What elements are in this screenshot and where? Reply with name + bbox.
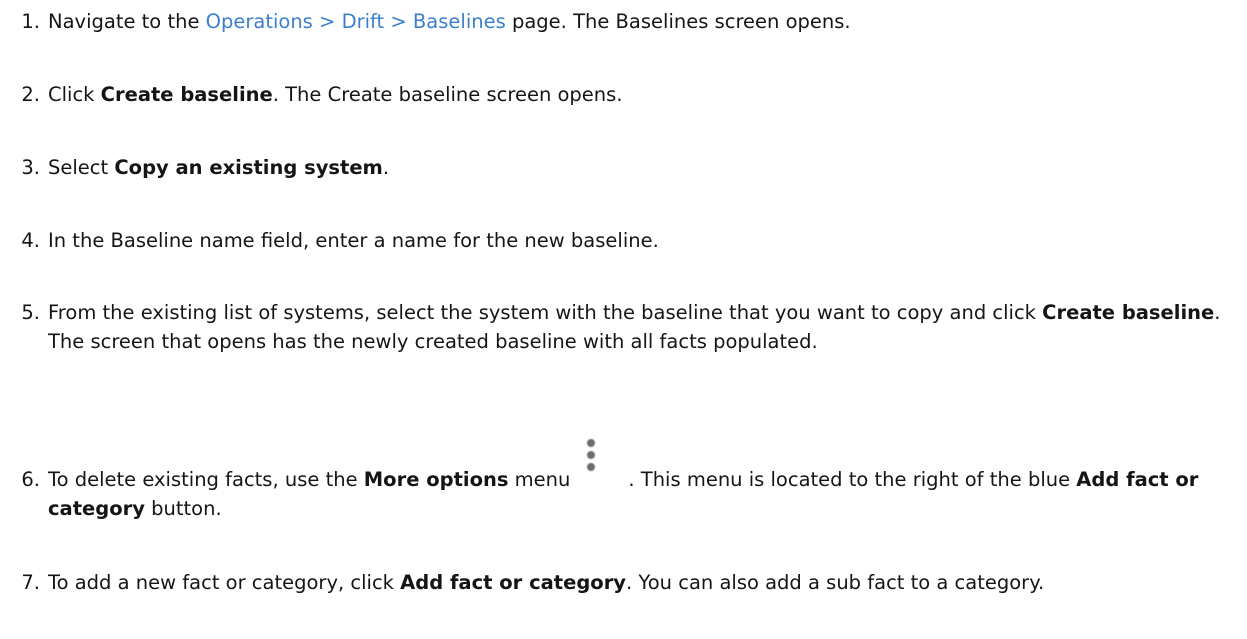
create-baseline-label: Create baseline: [100, 83, 273, 106]
step-text-part: page. The Baselines screen opens.: [505, 10, 851, 33]
step-text: To delete existing facts, use the More o…: [48, 439, 1240, 523]
step-number: 1.: [21, 10, 40, 33]
step-text: To add a new fact or category, click Add…: [48, 568, 1240, 597]
step-text-part: . The Create baseline screen opens.: [272, 83, 623, 106]
step-number: 5.: [21, 301, 40, 324]
step-number: 6.: [21, 468, 40, 491]
add-fact-or-category-label: Add fact or category: [400, 571, 627, 594]
step-text-part: To add a new fact or category, click: [48, 571, 401, 594]
step-text: Click Create baseline. The Create baseli…: [48, 80, 1240, 109]
copy-existing-system-label: Copy an existing system: [114, 156, 383, 179]
kebab-vertical-icon: [584, 439, 598, 494]
step-text-part: Click: [48, 83, 101, 106]
step-text-part: .: [382, 156, 390, 179]
step-text-part: From the existing list of systems, selec…: [48, 301, 1043, 324]
step-number: 2.: [21, 83, 40, 106]
step-text-part: To delete existing facts, use the: [48, 468, 364, 491]
step-text: In the Baseline name field, enter a name…: [48, 229, 659, 252]
step-text-part: Navigate to the: [48, 10, 206, 33]
operations-drift-baselines-link[interactable]: Operations > Drift > Baselines: [206, 10, 506, 33]
step-number: 4.: [21, 229, 40, 252]
step-text-part: Select: [48, 156, 115, 179]
step-number: 3.: [21, 156, 40, 179]
step-text-part: . You can also add a sub fact to a categ…: [626, 571, 1045, 594]
step-text-part: . This menu is located to the right of t…: [628, 468, 1077, 491]
step-text: Select Copy an existing system.: [48, 153, 1240, 182]
more-options-label: More options: [363, 468, 509, 491]
step-text-part: menu: [508, 468, 571, 491]
step-text-part: button.: [144, 497, 222, 520]
step-number: 7.: [21, 571, 40, 594]
step-text: From the existing list of systems, selec…: [48, 298, 1240, 356]
step-text: Navigate to the Operations > Drift > Bas…: [48, 7, 1240, 36]
create-baseline-label: Create baseline: [1042, 301, 1215, 324]
